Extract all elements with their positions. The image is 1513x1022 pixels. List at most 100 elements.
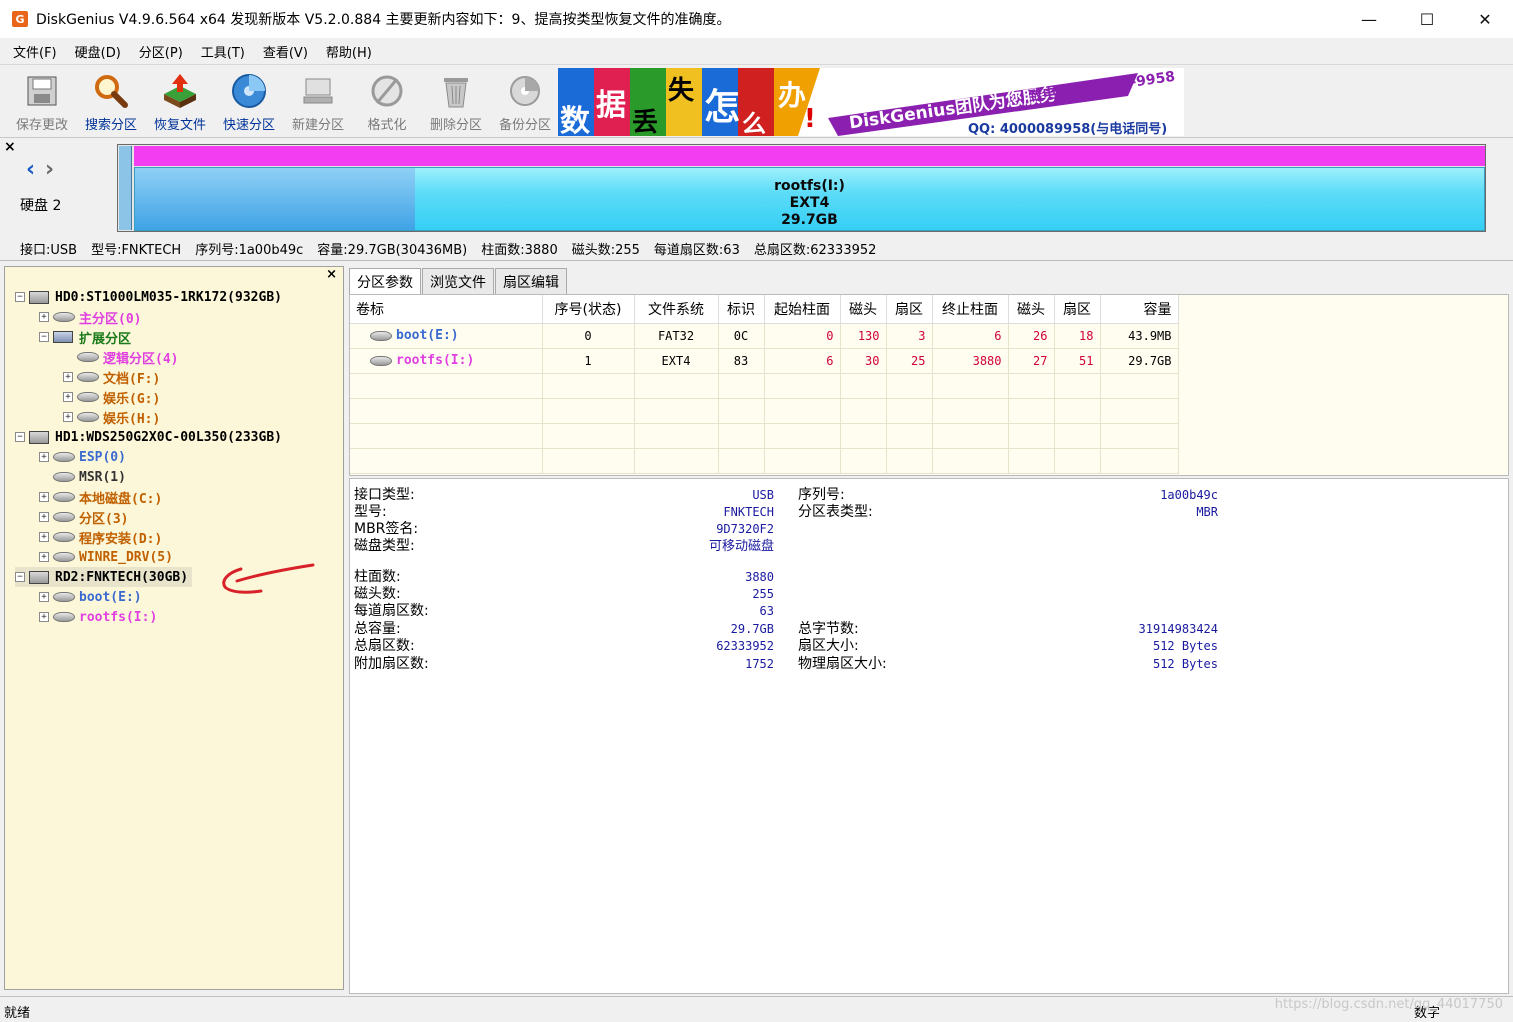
col-header-capacity[interactable]: 容量 (1100, 295, 1179, 324)
partition-block-size: 29.7GB (781, 212, 838, 228)
collapse-icon[interactable]: − (39, 332, 49, 342)
tree-partition-node[interactable]: + boot(E:) (39, 587, 142, 607)
menu-view[interactable]: 查看(V) (254, 42, 317, 61)
empty-cell (634, 448, 719, 474)
empty-cell (350, 398, 543, 424)
menu-disk[interactable]: 硬盘(D) (66, 42, 130, 61)
expand-icon[interactable]: + (39, 512, 49, 522)
tree-partition-node[interactable]: + 娱乐(H:) (63, 407, 160, 427)
col-header-start-sector[interactable]: 扇区 (886, 295, 933, 324)
restore-files-button[interactable]: 恢复文件 (146, 71, 214, 137)
format-button[interactable]: 格式化 (353, 71, 421, 137)
tab-sector-editor[interactable]: 扇区编辑 (495, 268, 567, 294)
expand-icon[interactable]: + (39, 312, 49, 322)
partition-icon (77, 412, 99, 422)
tree-partition-node[interactable]: + rootfs(I:) (39, 607, 157, 627)
tree-disk-node[interactable]: − HD1:WDS250G2X0C-00L350(233GB) (15, 427, 282, 447)
partition-block-rootfs[interactable]: rootfs(I:) EXT4 29.7GB (134, 167, 1485, 231)
expand-icon[interactable]: + (39, 532, 49, 542)
collapse-icon[interactable]: − (15, 572, 25, 582)
tree-disk-node[interactable]: − HD0:ST1000LM035-1RK172(932GB) (15, 287, 282, 307)
tree-disk-node[interactable]: − RD2:FNKTECH(30GB) (15, 567, 193, 587)
tree-partition-node[interactable]: − 扩展分区 (39, 327, 131, 347)
format-icon (367, 71, 407, 111)
table-cell: 0C (718, 323, 765, 349)
tree-partition-node[interactable]: MSR(1) (39, 467, 126, 487)
col-header-fs[interactable]: 文件系统 (634, 295, 719, 324)
tab-strip: 分区参数 浏览文件 扇区编辑 (349, 268, 568, 294)
table-row[interactable]: boot(E:) 0 FAT32 0C 0 130 3 6 26 18 43.9MB (350, 323, 1179, 349)
tree-partition-node[interactable]: + 主分区(0) (39, 307, 141, 327)
menu-tools[interactable]: 工具(T) (192, 42, 254, 61)
tree-partition-node[interactable]: + WINRE_DRV(5) (39, 547, 173, 567)
backup-partition-button[interactable]: 备份分区 (491, 71, 559, 137)
menu-file[interactable]: 文件(F) (4, 42, 66, 61)
tree-partition-node[interactable]: + ESP(0) (39, 447, 126, 467)
tree-partition-node[interactable]: + 程序安装(D:) (39, 527, 162, 547)
tab-browse-files[interactable]: 浏览文件 (422, 268, 494, 294)
tree-node-label: 本地磁盘(C:) (79, 491, 163, 507)
col-header-start-cyl[interactable]: 起始柱面 (764, 295, 841, 324)
col-header-start-head[interactable]: 磁头 (840, 295, 887, 324)
delete-partition-button[interactable]: 删除分区 (422, 71, 490, 137)
collapse-icon[interactable]: − (15, 432, 25, 442)
col-header-label[interactable]: 卷标 (350, 295, 543, 324)
col-header-id[interactable]: 标识 (718, 295, 765, 324)
tree-partition-node[interactable]: + 娱乐(G:) (63, 387, 160, 407)
prev-disk-icon[interactable]: ‹ (26, 157, 35, 182)
partition-icon (53, 552, 75, 562)
tree-partition-node[interactable]: 逻辑分区(4) (63, 347, 178, 367)
table-cell: 6 (764, 348, 841, 374)
tab-partition-params[interactable]: 分区参数 (349, 268, 421, 294)
magnifier-icon (91, 71, 131, 111)
partition-bar-handle[interactable] (119, 146, 132, 230)
maximize-button[interactable]: ☐ (1398, 0, 1456, 38)
advertisement-banner[interactable]: 数 据 丢 失 怎 么 办 ! DiskGenius团队为您服务 致电: 400… (558, 68, 1184, 136)
col-header-index[interactable]: 序号(状态) (542, 295, 635, 324)
new-partition-button[interactable]: 新建分区 (284, 71, 352, 137)
next-disk-icon[interactable]: › (45, 157, 54, 182)
tree-partition-node[interactable]: + 本地磁盘(C:) (39, 487, 162, 507)
menu-partition[interactable]: 分区(P) (130, 42, 192, 61)
backup-icon (505, 71, 545, 111)
restore-files-icon (160, 71, 200, 111)
detail-mbr-sig-value: 9D7320F2 (716, 522, 774, 536)
banner-char-8: ! (804, 104, 816, 134)
detail-extra-sectors-label: 附加扇区数: (354, 656, 429, 672)
tree-partition-node[interactable]: + 分区(3) (39, 507, 128, 527)
diskmap-close-button[interactable]: × (4, 139, 16, 155)
expand-icon[interactable]: + (39, 452, 49, 462)
tree-node-label: 逻辑分区(4) (103, 351, 179, 367)
save-disk-icon (22, 71, 62, 111)
close-button[interactable]: ✕ (1456, 0, 1513, 38)
tree-close-button[interactable]: × (326, 267, 337, 282)
col-header-end-sector[interactable]: 扇区 (1054, 295, 1101, 324)
new-partition-icon (298, 71, 338, 111)
banner-char-4: 失 (668, 76, 695, 106)
format-label: 格式化 (367, 118, 407, 133)
expand-icon[interactable]: + (39, 552, 49, 562)
empty-cell (764, 448, 841, 474)
col-header-end-head[interactable]: 磁头 (1008, 295, 1055, 324)
tree-node-label: boot(E:) (79, 589, 142, 605)
collapse-icon[interactable]: − (15, 292, 25, 302)
tree-node-label: HD1:WDS250G2X0C-00L350(233GB) (55, 429, 282, 445)
partition-icon (53, 512, 75, 522)
menu-help[interactable]: 帮助(H) (317, 42, 381, 61)
tree-partition-node[interactable]: + 文档(F:) (63, 367, 160, 387)
search-partition-button[interactable]: 搜索分区 (77, 71, 145, 137)
quick-partition-button[interactable]: 快速分区 (215, 71, 283, 137)
expand-icon[interactable]: + (39, 492, 49, 502)
table-cell: 6 (932, 323, 1009, 349)
expand-icon[interactable]: + (39, 592, 49, 602)
detail-disk-type-label: 磁盘类型: (354, 538, 415, 554)
expand-icon[interactable]: + (63, 412, 73, 422)
expand-icon[interactable]: + (63, 392, 73, 402)
expand-icon[interactable]: + (63, 372, 73, 382)
minimize-button[interactable]: — (1340, 0, 1398, 38)
expand-icon[interactable]: + (39, 612, 49, 622)
save-changes-button[interactable]: 保存更改 (8, 71, 76, 137)
table-row[interactable]: rootfs(I:) 1 EXT4 83 6 30 25 3880 27 51 29.7GB (350, 348, 1179, 374)
empty-cell (634, 373, 719, 399)
col-header-end-cyl[interactable]: 终止柱面 (932, 295, 1009, 324)
